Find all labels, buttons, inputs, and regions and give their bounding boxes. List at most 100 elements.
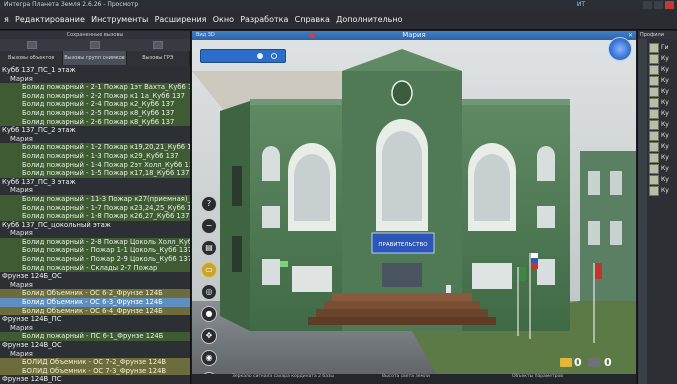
tab-gre[interactable]: Вызовы ГРЭ — [127, 51, 190, 65]
minimize-button[interactable] — [643, 1, 652, 9]
tool-button[interactable] — [153, 41, 164, 49]
tree-device-item[interactable]: Болид пожарный - Склады 2-7 Пожар — [0, 263, 190, 273]
envelope-icon[interactable] — [560, 358, 572, 367]
profile-item[interactable]: Ку — [649, 76, 676, 86]
profile-icon — [649, 76, 659, 86]
menu-item[interactable]: я — [4, 10, 9, 30]
profile-label: Ку — [661, 187, 669, 194]
profile-label: Ку — [661, 132, 669, 139]
view-3d[interactable]: ПРАВИТЕЛЬСТВО Вид 3D Мария ✕ ? − ▤ ▭ ◎ ●… — [192, 31, 636, 384]
tree-device-item[interactable]: Болид пожарный - ПС 6-1_Фрунзе 124Б — [0, 332, 190, 341]
camera-icon[interactable]: ● — [201, 306, 217, 322]
view-search-bar[interactable] — [200, 49, 286, 63]
tree-device-item[interactable]: Болид пожарный - 11-3 Пожар к27(приемная… — [0, 194, 190, 204]
view-toolbar: ? − ▤ ▭ ◎ ● ✥ ◉ ⌂ — [201, 196, 221, 384]
video-icon[interactable] — [588, 358, 600, 367]
tree-device-item[interactable]: Болид пожарный - 1-7 Пожар к23,24,25_Куб… — [0, 203, 190, 213]
profile-item[interactable]: Ку — [649, 98, 676, 108]
tree-group[interactable]: Фрунзе 124В_ПС — [0, 375, 190, 384]
tree-group[interactable]: Куб6 137_ПС_3 этаж — [0, 177, 190, 187]
tree-device-item[interactable]: Болид пожарный - Пожар 2-9 Цоколь_Куб6 1… — [0, 255, 190, 264]
menu-item[interactable]: Расширения — [155, 10, 207, 30]
tab-objects[interactable]: Вызовы объектов — [0, 51, 64, 65]
profile-item[interactable]: Ку — [649, 54, 676, 64]
tree-device-item[interactable]: Болид Объемник - ОС 6-3_Фрунзе 124Б — [0, 298, 190, 307]
profile-item[interactable]: Ку — [649, 109, 676, 119]
tree-subgroup[interactable]: Мария — [0, 229, 190, 238]
profiles-panel: Профили Ги Ку Ку Ку Ку Ку Ку Ку Ку Ку Ку Ку Ку Ку — [637, 31, 677, 384]
tree-device-item[interactable]: Болид пожарный - 1-3 Пожар к29_Куб6 137 — [0, 151, 190, 161]
minus-icon[interactable]: − — [201, 218, 217, 234]
tree-group[interactable]: Фрунзе 124В_ОС — [0, 341, 190, 350]
profile-label: Ку — [661, 66, 669, 73]
folder-icon[interactable]: ▭ — [201, 262, 217, 278]
menu-item[interactable]: Дополнительно — [336, 10, 402, 30]
tree-device-item[interactable]: Болид пожарный - 1-5 Пожар к17,18_Куб6 1… — [0, 169, 190, 178]
tree-subgroup[interactable]: Мария — [0, 134, 190, 144]
profile-item[interactable]: Ку — [649, 131, 676, 141]
tool-button[interactable] — [26, 41, 37, 49]
close-button[interactable] — [664, 1, 674, 9]
search-ring-icon[interactable] — [271, 53, 277, 59]
maximize-button[interactable] — [653, 1, 663, 9]
profile-label: Ку — [661, 77, 669, 84]
status-text: Объекты параметров — [512, 374, 563, 379]
tree-group[interactable]: Куб6 137_ПС_1 этаж — [0, 66, 190, 75]
profile-icon — [649, 54, 659, 64]
tree-subgroup[interactable]: Мария — [0, 323, 190, 333]
menu-item[interactable]: Разработка — [240, 10, 288, 30]
menu-item[interactable]: Редактирование — [15, 10, 85, 30]
status-bar: Зеркало сигнала сахара кордината 2 базы … — [192, 374, 636, 384]
profile-item[interactable]: Ку — [649, 142, 676, 152]
tree-device-item[interactable]: Болид пожарный - 2-8 Пожар Цоколь Холл_К… — [0, 237, 190, 247]
tree-group[interactable]: Фрунзе 124Б_ОС — [0, 272, 190, 281]
profile-item[interactable]: Ку — [649, 65, 676, 75]
tree-device-item[interactable]: Болид Объемник - ОС 6-4_Фрунзе 124Б — [0, 306, 190, 316]
profile-item[interactable]: Ку — [649, 175, 676, 185]
profile-item[interactable]: Ку — [649, 87, 676, 97]
help-icon[interactable]: ? — [201, 196, 217, 212]
tree-group[interactable]: Куб6 137_ПС_цокольный этаж — [0, 220, 190, 230]
tree-group[interactable]: Фрунзе 124Б_ПС — [0, 315, 190, 324]
profiles-scrollbar[interactable] — [638, 39, 647, 384]
tree-subgroup[interactable]: Мария — [0, 186, 190, 195]
tool-button[interactable] — [89, 41, 100, 49]
menu-bar: я Редактирование Инструменты Расширения … — [0, 10, 677, 30]
profile-item[interactable]: Ку — [649, 153, 676, 163]
move-icon[interactable]: ✥ — [201, 328, 217, 344]
tree-device-item[interactable]: Болид пожарный - 2-5 Пожар к8_Куб6 137 — [0, 108, 190, 118]
user-indicator[interactable]: ИТ — [577, 0, 585, 10]
tree-device-item[interactable]: Болид Объемник - ОС 6-2_Фрунзе 124Б — [0, 289, 190, 299]
profile-item[interactable]: Ку — [649, 120, 676, 130]
tree-group[interactable]: Куб6 137_ПС_2 этаж — [0, 126, 190, 135]
tree-device-item[interactable]: Болид пожарный - 2-1 Пожар 1эт Вахта_Куб… — [0, 83, 190, 92]
profile-icon — [649, 87, 659, 97]
menu-item[interactable]: Справка — [295, 10, 330, 30]
menu-item[interactable]: Инструменты — [91, 10, 148, 30]
tree-device-item[interactable]: БОЛИД Объемник - ОС 7-3_Фрунзе 124В — [0, 366, 190, 376]
tree-device-item[interactable]: Болид пожарный - 2-4 Пожар к2_Куб6 137 — [0, 100, 190, 109]
profile-item[interactable]: Ку — [649, 164, 676, 174]
profile-icon — [649, 131, 659, 141]
tree-device-item[interactable]: Болид пожарный - Пожар 1-1 Цоколь_Куб6 1… — [0, 246, 190, 256]
window-controls — [643, 0, 675, 10]
tree-subgroup[interactable]: Мария — [0, 74, 190, 84]
menu-item[interactable]: Окно — [213, 10, 234, 30]
tab-snapshot-groups[interactable]: Вызовы групп снимков — [63, 51, 127, 65]
tree-subgroup[interactable]: Мария — [0, 349, 190, 359]
tree-device-item[interactable]: Болид пожарный - 1-8 Пожар к26,27_Куб6 1… — [0, 212, 190, 221]
profile-item[interactable]: Ку — [649, 186, 676, 196]
record-icon[interactable]: ◉ — [201, 350, 217, 366]
compass-icon[interactable] — [608, 37, 632, 61]
tree-device-item[interactable]: БОЛИД Объемник - ОС 7-2_Фрунзе 124В — [0, 358, 190, 367]
print-icon[interactable]: ▤ — [201, 240, 217, 256]
tree-subgroup[interactable]: Мария — [0, 280, 190, 290]
globe-icon[interactable]: ◎ — [201, 284, 217, 300]
profile-item[interactable]: Ги — [649, 43, 676, 53]
view-close-icon[interactable]: ✕ — [628, 31, 633, 40]
tree-device-item[interactable]: Болид пожарный - 1-4 Пожар 2эт Холл_Куб6… — [0, 160, 190, 170]
search-toggle-icon[interactable] — [257, 53, 263, 59]
tree-device-item[interactable]: Болид пожарный - 2-6 Пожар к8_Куб6 137 — [0, 117, 190, 127]
tree-device-item[interactable]: Болид пожарный - 1-2 Пожар к19,20,21_Куб… — [0, 143, 190, 152]
tree-device-item[interactable]: Болид пожарный - 2-2 Пожар к1 1а_Куб6 13… — [0, 91, 190, 101]
